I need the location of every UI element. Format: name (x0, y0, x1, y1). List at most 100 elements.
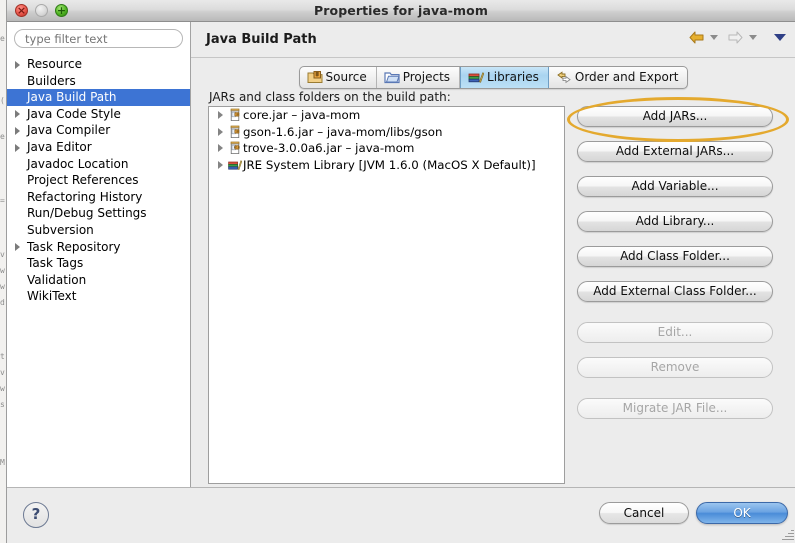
library-books-icon (468, 70, 485, 84)
sidebar-item-builders[interactable]: Builders (7, 73, 190, 90)
sidebar-item-label: Task Repository (27, 239, 121, 254)
expand-arrow-icon[interactable] (15, 243, 20, 252)
add-external-class-folder-button[interactable]: Add External Class Folder... (577, 281, 773, 302)
edit-button: Edit... (577, 322, 773, 343)
jar-icon: 10 (228, 108, 242, 122)
sidebar-item-task-repository[interactable]: Task Repository (7, 239, 190, 256)
sidebar-item-label: Subversion (27, 222, 94, 237)
expand-arrow-icon[interactable] (15, 126, 20, 135)
dialog-footer: ? Cancel OK (7, 487, 795, 543)
sidebar-item-label: Java Compiler (27, 123, 111, 138)
sidebar-item-label: Validation (27, 272, 87, 287)
sidebar-item-validation[interactable]: Validation (7, 272, 190, 289)
expand-arrow-icon[interactable] (15, 60, 20, 69)
sidebar-item-run-debug-settings[interactable]: Run/Debug Settings (7, 205, 190, 222)
sidebar-item-resource[interactable]: Resource (7, 56, 190, 73)
list-item[interactable]: 10 core.jar – java-mom (209, 107, 564, 124)
expand-arrow-icon[interactable] (218, 144, 223, 153)
expand-arrow-icon[interactable] (15, 143, 20, 152)
sidebar-item-project-references[interactable]: Project References (7, 172, 190, 189)
expand-arrow-icon[interactable] (218, 127, 223, 136)
add-library-button[interactable]: Add Library... (577, 211, 773, 232)
jar-icon: 10 (228, 125, 242, 139)
sidebar-item-label: Run/Debug Settings (27, 206, 147, 221)
tab-label: Libraries (487, 70, 539, 84)
build-path-tabs: Source Projects Libraries Order and Export (191, 66, 795, 89)
expand-arrow-icon[interactable] (15, 110, 20, 119)
resize-grip[interactable] (781, 528, 794, 541)
sidebar-item-wikitext[interactable]: WikiText (7, 288, 190, 305)
list-item[interactable]: 10 gson-1.6.jar – java-mom/libs/gson (209, 124, 564, 141)
list-item[interactable]: 010 trove-3.0.0a6.jar – java-mom (209, 140, 564, 157)
sidebar-item-subversion[interactable]: Subversion (7, 222, 190, 239)
project-folder-icon (384, 70, 400, 84)
page-header: Java Build Path (191, 22, 795, 58)
svg-text:10: 10 (235, 129, 239, 133)
add-jars-wrapper: Add JARs... (567, 97, 789, 142)
sidebar-item-label: Javadoc Location (27, 156, 129, 171)
list-item-label: trove-3.0.0a6.jar – java-mom (243, 141, 415, 155)
settings-tree-panel: Resource Builders Java Build PathJava Code… (7, 22, 191, 487)
sidebar-item-label: WikiText (27, 289, 77, 304)
order-export-icon (556, 70, 572, 84)
svg-text:010: 010 (234, 146, 240, 150)
add-class-folder-button[interactable]: Add Class Folder... (577, 246, 773, 267)
sidebar-item-label: Task Tags (27, 256, 84, 271)
sidebar-item-task-tags[interactable]: Task Tags (7, 255, 190, 272)
back-arrow-icon[interactable] (689, 31, 704, 44)
window-title-bar[interactable]: × + Properties for java-mom (7, 0, 795, 22)
forward-history-dropdown-icon[interactable] (749, 35, 758, 40)
sidebar-item-refactoring-history[interactable]: Refactoring History (7, 189, 190, 206)
add-variable-button[interactable]: Add Variable... (577, 176, 773, 197)
settings-tree: Resource Builders Java Build Path Java Code… (7, 56, 190, 305)
list-item-label: JRE System Library [JVM 1.6.0 (MacOS X D… (243, 157, 536, 172)
sidebar-item-label: Builders (27, 73, 76, 88)
sidebar-item-label: Resource (27, 57, 83, 71)
tab-label: Order and Export (574, 70, 679, 84)
sidebar-item-label: Project References (27, 173, 139, 188)
tab-label: Projects (402, 70, 451, 84)
sidebar-item-java-editor[interactable]: Java Editor (7, 139, 190, 156)
tab-label: Source (325, 70, 367, 84)
page-navigation (689, 30, 786, 48)
sidebar-item-java-code-style[interactable]: Java Code Style (7, 106, 190, 123)
page-title: Java Build Path (206, 32, 317, 47)
expand-arrow-icon[interactable] (218, 111, 223, 120)
jar-list-label: JARs and class folders on the build path… (209, 90, 451, 104)
jre-library-icon (228, 158, 243, 172)
sidebar-item-label: Java Editor (27, 139, 92, 154)
jar-binary-icon: 010 (228, 141, 242, 155)
sidebar-item-javadoc-location[interactable]: Javadoc Location (7, 156, 190, 173)
expand-arrow-icon[interactable] (218, 160, 223, 169)
sidebar-item-java-compiler[interactable]: Java Compiler (7, 122, 190, 139)
tab-projects[interactable]: Projects (377, 67, 461, 88)
search-input[interactable] (14, 29, 183, 48)
list-item-label: gson-1.6.jar – java-mom/libs/gson (243, 124, 443, 139)
list-item[interactable]: JRE System Library [JVM 1.6.0 (MacOS X D… (209, 157, 564, 174)
sidebar-item-label: Refactoring History (27, 189, 143, 204)
build-path-actions: Add JARs... Add External JARs... Add Var… (567, 97, 789, 433)
tab-source[interactable]: Source (300, 67, 377, 88)
jar-list[interactable]: 10 core.jar – java-mom 10 gson-1.6.jar – ja… (208, 106, 565, 484)
build-path-page: Java Build Path Source Projects Librarie… (191, 22, 795, 487)
list-item-label: core.jar – java-mom (243, 108, 361, 122)
sidebar-item-java-build-path[interactable]: Java Build Path (7, 89, 190, 106)
sidebar-item-label: Java Build Path (27, 90, 117, 105)
ok-button[interactable]: OK (696, 502, 788, 524)
forward-arrow-icon (728, 31, 743, 44)
help-question-icon[interactable]: ? (23, 502, 49, 528)
tab-order-and-export[interactable]: Order and Export (549, 67, 688, 88)
cancel-button[interactable]: Cancel (599, 502, 689, 524)
back-history-dropdown-icon[interactable] (709, 35, 718, 40)
filter-field-wrapper (7, 22, 190, 48)
tab-strip: Source Projects Libraries Order and Export (298, 66, 689, 89)
svg-text:10: 10 (235, 113, 239, 117)
source-folder-icon (307, 70, 323, 84)
dialog-content: ResourceBuildersJava Build PathJava Code… (7, 22, 795, 487)
window-title: Properties for java-mom (313, 3, 488, 18)
migrate-jar-file-button: Migrate JAR File... (577, 398, 773, 419)
chevron-down-icon[interactable] (774, 34, 786, 41)
add-jars-button[interactable]: Add JARs... (577, 106, 773, 127)
tab-libraries[interactable]: Libraries (460, 67, 549, 88)
add-external-jars-button[interactable]: Add External JARs... (577, 141, 773, 162)
